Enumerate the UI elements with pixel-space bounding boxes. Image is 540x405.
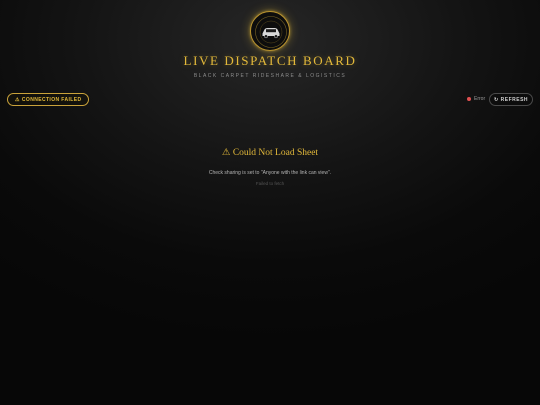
page-subtitle: BLACK CARPET RIDESHARE & LOGISTICS — [193, 73, 347, 79]
refresh-icon: ↻ — [493, 96, 499, 103]
error-title: ⚠ Could Not Load Sheet — [0, 147, 540, 158]
error-warning-icon: ⚠ — [221, 148, 231, 158]
status-dot-icon — [467, 97, 471, 101]
error-title-text: Could Not Load Sheet — [232, 148, 319, 158]
connection-status-label: CONNECTION FAILED — [21, 96, 82, 103]
warning-icon: ⚠ — [15, 96, 20, 103]
error-detail: Failed to fetch — [255, 181, 285, 186]
status-label: Error — [474, 96, 486, 102]
car-emblem-icon — [255, 16, 287, 48]
refresh-button-label: REFRESH — [500, 96, 529, 103]
status-indicator: Error — [467, 96, 485, 102]
logo-emblem — [250, 11, 290, 51]
error-message: Check sharing is set to "Anyone with the… — [208, 170, 332, 176]
refresh-button[interactable]: ↻ REFRESH — [489, 93, 533, 106]
page-title: LIVE DISPATCH BOARD — [183, 53, 357, 68]
connection-status-badge: ⚠ CONNECTION FAILED — [7, 93, 90, 106]
